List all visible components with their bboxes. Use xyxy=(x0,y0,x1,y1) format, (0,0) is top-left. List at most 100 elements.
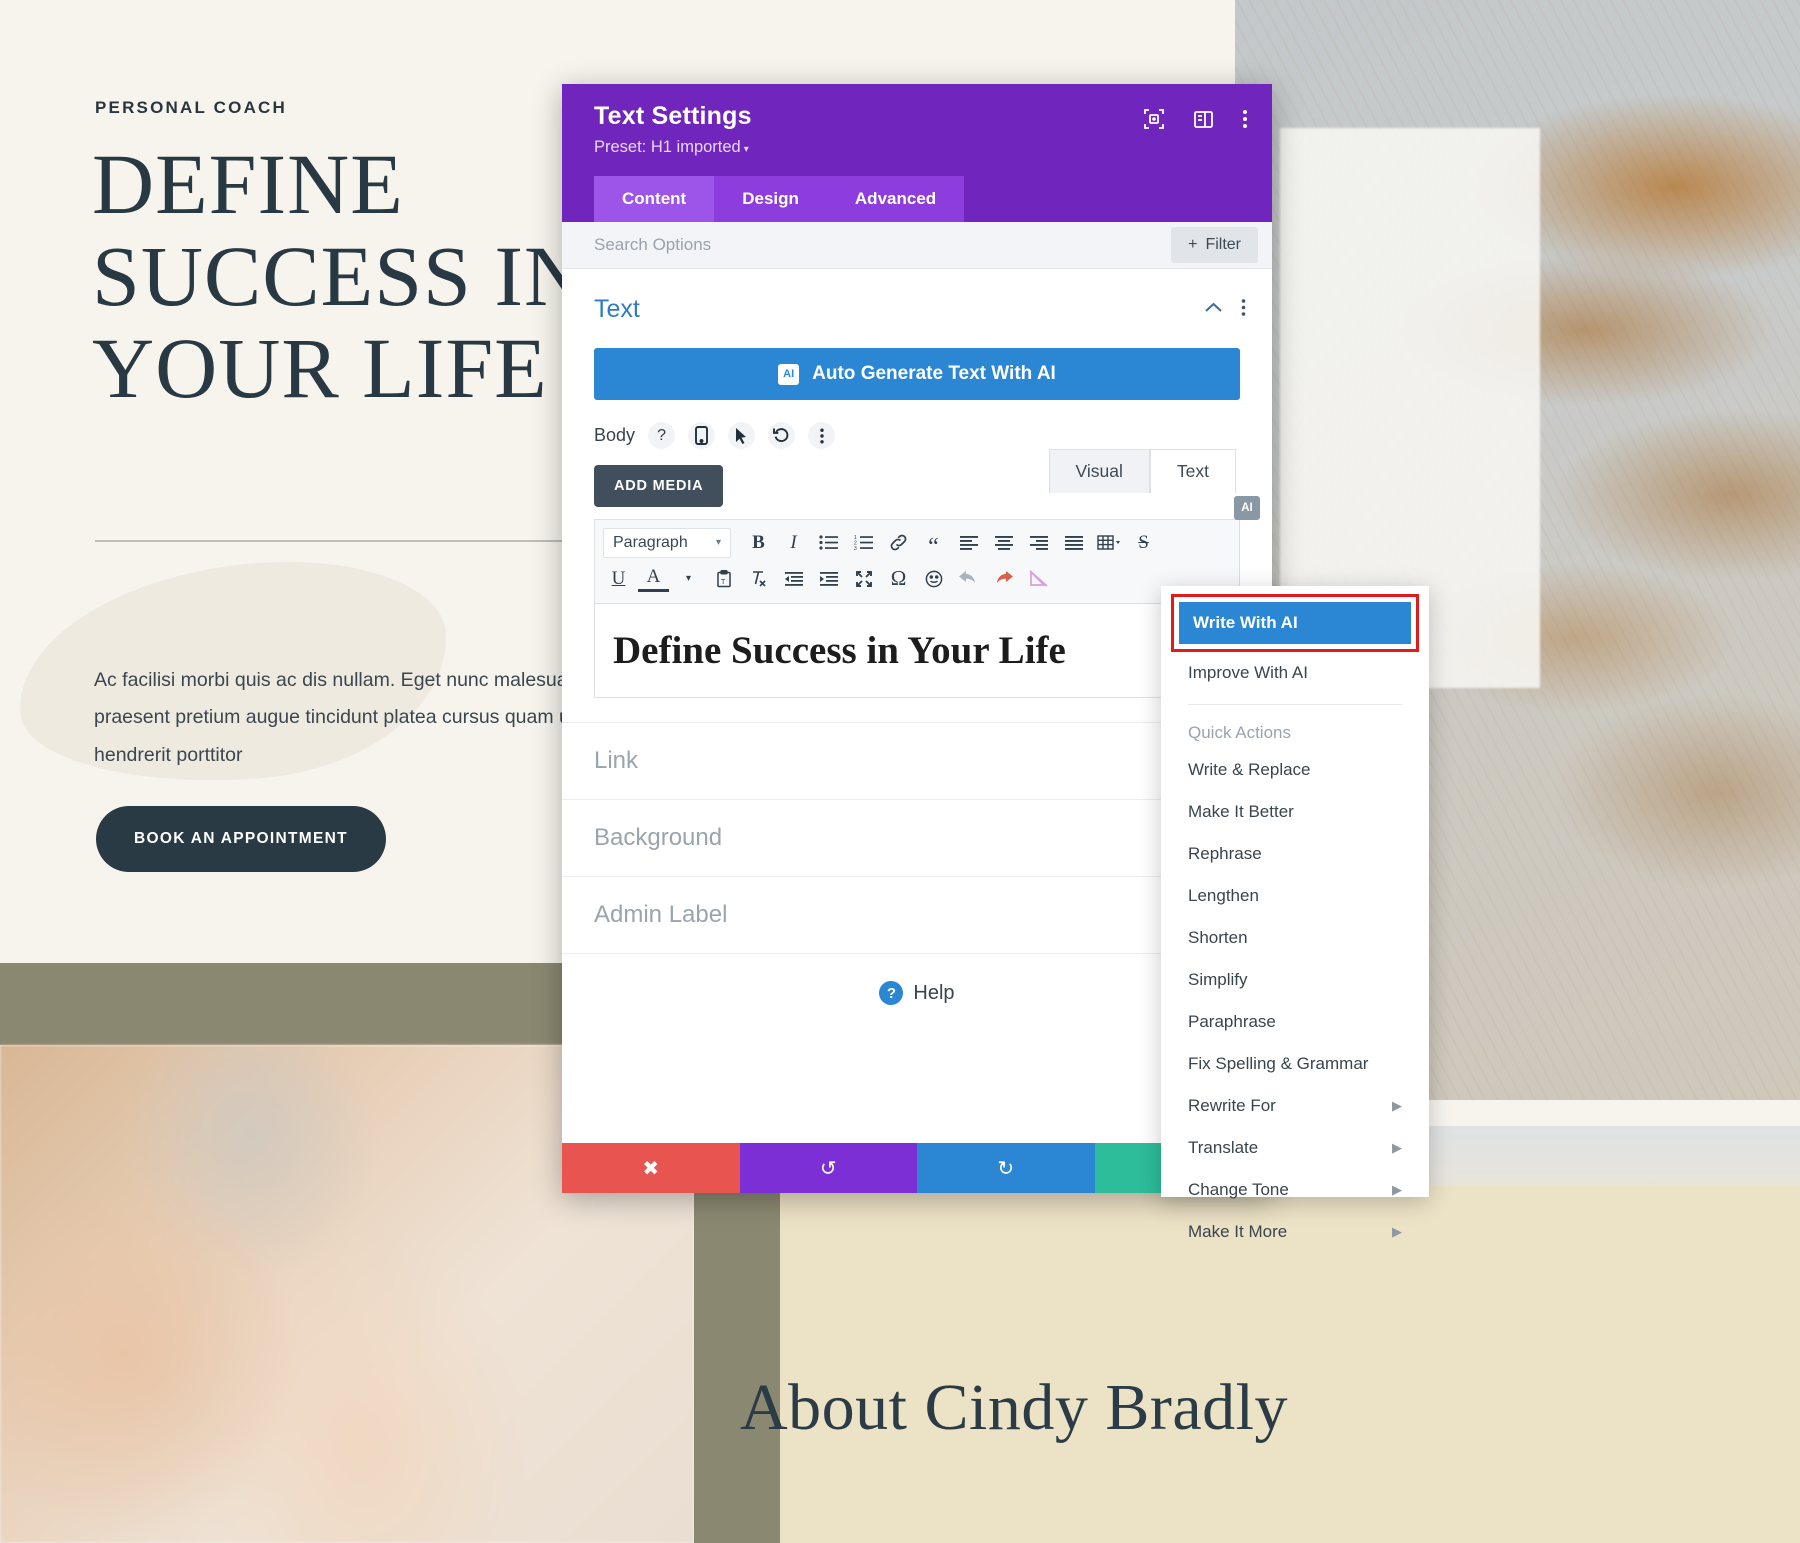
editor-toolbar: Paragraph ▾ B I 123 “ S U A ▾ T Ω xyxy=(594,519,1240,604)
menu-item-rewrite-for[interactable]: Rewrite For ▶ xyxy=(1161,1085,1429,1127)
auto-generate-label: Auto Generate Text With AI xyxy=(812,363,1056,384)
align-right-icon[interactable] xyxy=(1023,527,1054,558)
filter-label: Filter xyxy=(1205,236,1241,253)
redo-button[interactable]: ↻ xyxy=(917,1143,1095,1193)
tab-visual[interactable]: Visual xyxy=(1048,449,1150,493)
fullscreen-icon[interactable] xyxy=(848,563,879,594)
menu-item-label: Change Tone xyxy=(1188,1180,1289,1199)
paste-as-text-icon[interactable]: T xyxy=(708,563,739,594)
help-label: Help xyxy=(913,981,955,1004)
about-heading: About Cindy Bradly xyxy=(740,1371,1288,1444)
text-section-header: Text xyxy=(562,269,1272,332)
editor-content-area[interactable]: Define Success in Your Life xyxy=(594,604,1240,698)
help-icon[interactable]: ? xyxy=(648,422,676,449)
menu-item-label: Improve With AI xyxy=(1188,663,1308,682)
add-media-button[interactable]: ADD MEDIA xyxy=(594,465,724,507)
ai-assistant-badge[interactable]: AI xyxy=(1234,496,1260,520)
menu-item-label: Rewrite For xyxy=(1188,1096,1276,1115)
bold-icon[interactable]: B xyxy=(743,527,774,558)
no-image-icon[interactable] xyxy=(1023,563,1054,594)
strikethrough-icon[interactable]: S xyxy=(1128,527,1159,558)
editor-heading-text: Define Success in Your Life xyxy=(613,629,1066,672)
book-appointment-button[interactable]: BOOK AN APPOINTMENT xyxy=(96,806,386,872)
chevron-up-icon[interactable] xyxy=(1204,301,1223,319)
mobile-icon[interactable] xyxy=(688,422,716,449)
menu-item-translate[interactable]: Translate ▶ xyxy=(1161,1127,1429,1169)
text-color-icon[interactable]: A xyxy=(638,565,669,592)
menu-item-fix-spelling-grammar[interactable]: Fix Spelling & Grammar xyxy=(1161,1043,1429,1085)
filter-button[interactable]: + Filter xyxy=(1171,227,1258,263)
menu-item-shorten[interactable]: Shorten xyxy=(1161,917,1429,959)
body-field-row: Body ? xyxy=(562,400,1272,449)
emoji-icon[interactable] xyxy=(918,563,949,594)
link-icon[interactable] xyxy=(883,527,914,558)
menu-item-change-tone[interactable]: Change Tone ▶ xyxy=(1161,1169,1429,1211)
chevron-down-icon: ▾ xyxy=(715,537,721,548)
menu-item-write-replace[interactable]: Write & Replace xyxy=(1161,749,1429,791)
tab-content[interactable]: Content xyxy=(594,176,715,222)
chevron-right-icon: ▶ xyxy=(1392,1098,1402,1113)
menu-item-label: Simplify xyxy=(1188,970,1248,989)
modal-header: Text Settings Preset: H1 imported ▾ Cont… xyxy=(562,84,1272,222)
menu-item-label: Rephrase xyxy=(1188,844,1262,863)
redo-icon[interactable] xyxy=(988,563,1019,594)
tab-design[interactable]: Design xyxy=(714,176,827,222)
svg-text:3: 3 xyxy=(854,546,857,550)
clear-formatting-icon[interactable] xyxy=(743,563,774,594)
menu-item-label: Shorten xyxy=(1188,928,1248,947)
tab-text[interactable]: Text xyxy=(1149,449,1236,493)
menu-item-lengthen[interactable]: Lengthen xyxy=(1161,875,1429,917)
body-field-label: Body xyxy=(594,425,636,445)
menu-item-write-with-ai[interactable]: Write With AI xyxy=(1179,602,1411,644)
outdent-icon[interactable] xyxy=(778,563,809,594)
editor-view-tabs: Visual Text xyxy=(1048,449,1236,493)
chevron-right-icon: ▶ xyxy=(1392,1140,1402,1155)
modal-tabs: Content Design Advanced xyxy=(594,176,1248,222)
wysiwyg-editor: Paragraph ▾ B I 123 “ S U A ▾ T Ω Define… xyxy=(594,496,1260,698)
kebab-menu-icon[interactable] xyxy=(1242,108,1248,130)
layout-panel-icon[interactable] xyxy=(1193,109,1214,130)
align-justify-icon[interactable] xyxy=(1058,527,1089,558)
menu-item-rephrase[interactable]: Rephrase xyxy=(1161,833,1429,875)
help-icon: ? xyxy=(879,981,904,1005)
auto-generate-text-button[interactable]: AI Auto Generate Text With AI xyxy=(594,348,1240,400)
bulleted-list-icon[interactable] xyxy=(813,527,844,558)
indent-icon[interactable] xyxy=(813,563,844,594)
kebab-menu-icon[interactable] xyxy=(1241,298,1246,322)
menu-item-paraphrase[interactable]: Paraphrase xyxy=(1161,1001,1429,1043)
numbered-list-icon[interactable]: 123 xyxy=(848,527,879,558)
undo-icon[interactable] xyxy=(953,563,984,594)
menu-item-simplify[interactable]: Simplify xyxy=(1161,959,1429,1001)
align-center-icon[interactable] xyxy=(988,527,1019,558)
preset-selector[interactable]: Preset: H1 imported ▾ xyxy=(594,138,752,157)
align-left-icon[interactable] xyxy=(953,527,984,558)
chevron-right-icon: ▶ xyxy=(1392,1224,1402,1239)
search-input[interactable]: Search Options xyxy=(594,235,711,255)
italic-icon[interactable]: I xyxy=(778,527,809,558)
focus-target-icon[interactable] xyxy=(1143,108,1165,130)
menu-item-improve-with-ai[interactable]: Improve With AI xyxy=(1161,652,1429,694)
menu-item-label: Translate xyxy=(1188,1138,1259,1157)
menu-item-label: Fix Spelling & Grammar xyxy=(1188,1054,1369,1073)
hero-eyebrow: PERSONAL COACH xyxy=(95,98,288,117)
modal-title: Text Settings xyxy=(594,102,752,130)
chevron-right-icon: ▶ xyxy=(1392,1182,1402,1197)
blockquote-icon[interactable]: “ xyxy=(918,527,949,559)
write-with-ai-highlight: Write With AI xyxy=(1171,594,1419,652)
special-character-icon[interactable]: Ω xyxy=(883,563,914,594)
menu-item-label: Make It More xyxy=(1188,1222,1288,1241)
tab-advanced[interactable]: Advanced xyxy=(826,176,965,222)
undo-button[interactable]: ↺ xyxy=(739,1143,917,1193)
kebab-menu-icon[interactable] xyxy=(808,422,836,449)
table-icon[interactable] xyxy=(1093,527,1124,558)
menu-group-quick-actions: Quick Actions xyxy=(1188,723,1291,742)
format-select[interactable]: Paragraph ▾ xyxy=(603,527,731,558)
menu-item-make-it-more[interactable]: Make It More ▶ xyxy=(1161,1211,1429,1253)
reset-icon[interactable] xyxy=(768,422,796,449)
cursor-icon[interactable] xyxy=(728,422,756,449)
menu-item-make-it-better[interactable]: Make It Better xyxy=(1161,791,1429,833)
close-button[interactable]: ✖ xyxy=(562,1143,740,1193)
underline-icon[interactable]: U xyxy=(603,563,634,594)
section-title: Text xyxy=(594,295,640,323)
chevron-down-icon[interactable]: ▾ xyxy=(673,563,704,594)
